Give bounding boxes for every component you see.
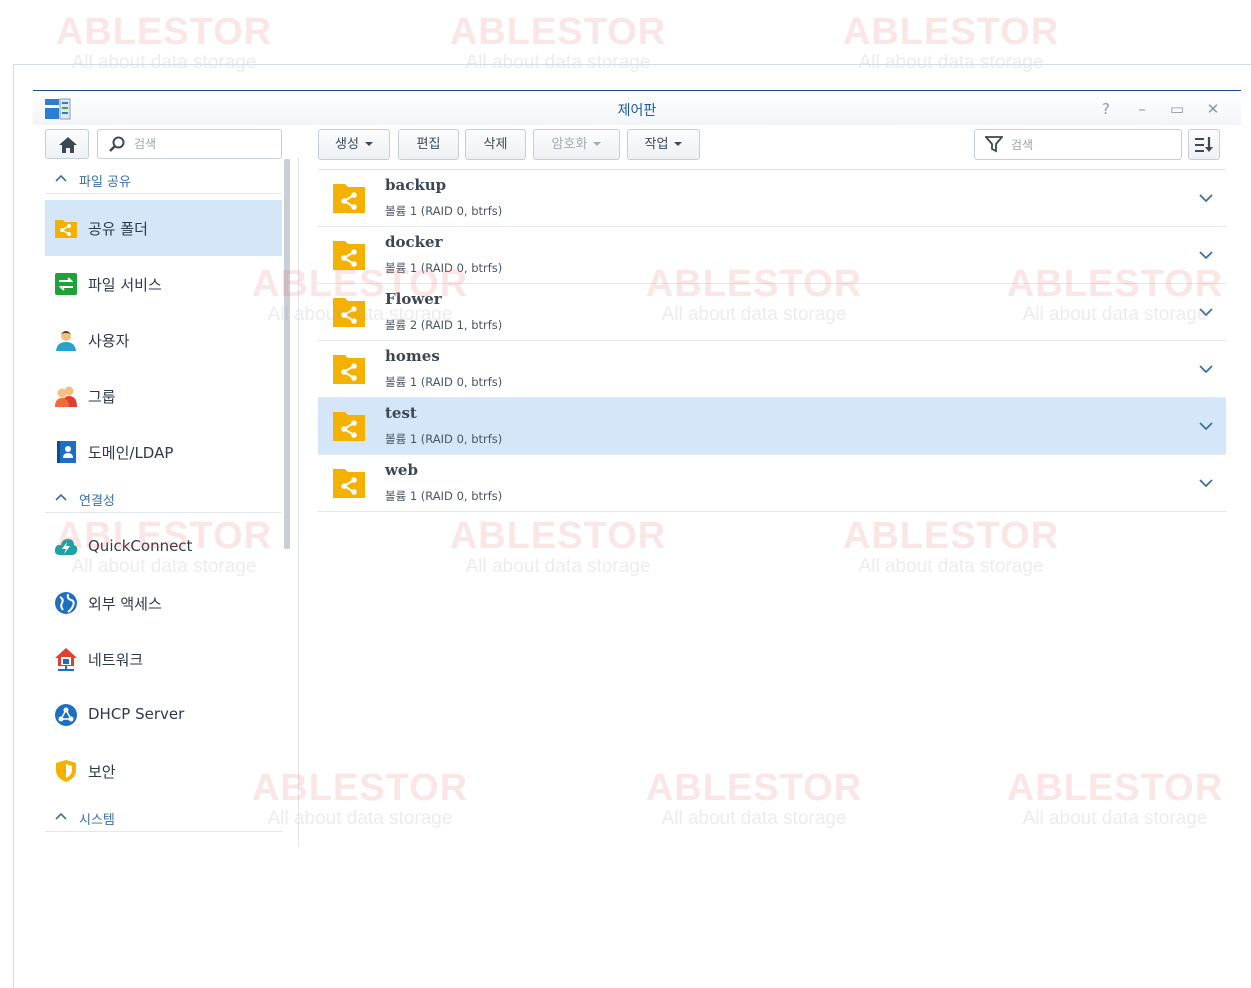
shared-folder-icon bbox=[333, 241, 365, 270]
domain-ldap-icon bbox=[57, 441, 76, 463]
expand-chevron-down-icon[interactable] bbox=[1198, 361, 1214, 377]
external-access-icon bbox=[55, 592, 77, 614]
help-button[interactable]: ? bbox=[1096, 99, 1116, 119]
caret-down-icon bbox=[674, 142, 683, 146]
home-icon bbox=[59, 137, 77, 153]
sidebar-item-shared-folder[interactable]: 공유 폴더 bbox=[45, 200, 282, 256]
folder-row-homes[interactable]: homes 볼륨 1 (RAID 0, btrfs) bbox=[318, 341, 1226, 398]
sidebar-item-domain-ldap[interactable]: 도메인/LDAP bbox=[45, 424, 282, 480]
user-icon bbox=[56, 331, 76, 351]
expand-chevron-down-icon[interactable] bbox=[1198, 304, 1214, 320]
network-house-icon bbox=[55, 648, 77, 671]
caret-down-icon bbox=[364, 142, 373, 146]
title-bar: 제어판 ? – ▭ ✕ bbox=[33, 91, 1241, 125]
filter-search[interactable] bbox=[974, 129, 1182, 160]
expand-chevron-down-icon[interactable] bbox=[1198, 190, 1214, 206]
folder-row-test[interactable]: test 볼륨 1 (RAID 0, btrfs) bbox=[318, 398, 1226, 455]
sidebar-item-user[interactable]: 사용자 bbox=[45, 312, 282, 368]
shared-folder-icon bbox=[55, 220, 77, 238]
sort-button[interactable] bbox=[1188, 129, 1220, 160]
file-services-icon bbox=[55, 273, 77, 295]
delete-button[interactable]: 삭제 bbox=[465, 129, 526, 160]
sidebar-item-external-access[interactable]: 외부 액세스 bbox=[45, 575, 282, 631]
section-header-file-sharing[interactable]: 파일 공유 bbox=[45, 167, 282, 194]
section-header-connectivity[interactable]: 연결성 bbox=[45, 486, 282, 513]
sidebar-search-input[interactable] bbox=[132, 136, 276, 152]
section-header-system[interactable]: 시스템 bbox=[45, 805, 282, 832]
sidebar-item-file-services[interactable]: 파일 서비스 bbox=[45, 256, 282, 312]
create-button[interactable]: 생성 bbox=[318, 129, 390, 160]
sidebar-item-group[interactable]: 그룹 bbox=[45, 368, 282, 424]
encrypt-button[interactable]: 암호화 bbox=[533, 129, 620, 160]
expand-chevron-down-icon[interactable] bbox=[1198, 247, 1214, 263]
chevron-up-icon bbox=[55, 493, 67, 501]
caret-down-icon bbox=[593, 142, 602, 146]
window-title: 제어판 bbox=[617, 103, 657, 119]
minimize-icon: – bbox=[1138, 100, 1146, 118]
maximize-icon: ▭ bbox=[1169, 100, 1185, 118]
expand-chevron-down-icon[interactable] bbox=[1198, 418, 1214, 434]
shared-folder-icon bbox=[333, 184, 365, 213]
filter-search-input[interactable] bbox=[1009, 137, 1173, 153]
quickconnect-icon bbox=[54, 539, 78, 555]
expand-chevron-down-icon[interactable] bbox=[1198, 475, 1214, 491]
shared-folder-icon bbox=[333, 469, 365, 498]
sidebar-item-dhcp-server[interactable]: DHCP Server bbox=[45, 687, 282, 743]
sidebar-item-security[interactable]: 보안 bbox=[45, 743, 282, 799]
shared-folder-icon bbox=[333, 298, 365, 327]
search-icon bbox=[109, 136, 125, 152]
folder-row-web[interactable]: web 볼륨 1 (RAID 0, btrfs) bbox=[318, 455, 1226, 512]
sidebar-search[interactable] bbox=[97, 129, 282, 159]
chevron-up-icon bbox=[55, 174, 67, 182]
pane-divider bbox=[298, 157, 299, 847]
control-panel-window: 제어판 ? – ▭ ✕ 파일 공유 bbox=[33, 90, 1241, 851]
action-button[interactable]: 작업 bbox=[627, 129, 700, 160]
folder-row-flower[interactable]: Flower 볼륨 2 (RAID 1, btrfs) bbox=[318, 284, 1226, 341]
sidebar-item-quickconnect[interactable]: QuickConnect bbox=[45, 519, 282, 575]
sidebar: 파일 공유 공유 폴더 파일 서비스 사용자 bbox=[45, 129, 282, 841]
maximize-button[interactable]: ▭ bbox=[1167, 99, 1187, 119]
filter-icon bbox=[985, 136, 1003, 153]
security-shield-icon bbox=[56, 760, 76, 782]
group-icon bbox=[55, 386, 77, 407]
close-button[interactable]: ✕ bbox=[1203, 99, 1223, 119]
dhcp-server-icon bbox=[55, 704, 77, 726]
folder-row-docker[interactable]: docker 볼륨 1 (RAID 0, btrfs) bbox=[318, 227, 1226, 284]
sort-icon bbox=[1195, 137, 1213, 152]
minimize-button[interactable]: – bbox=[1132, 99, 1152, 119]
sidebar-scrollbar[interactable] bbox=[284, 159, 290, 549]
home-button[interactable] bbox=[45, 129, 89, 159]
edit-button[interactable]: 편집 bbox=[398, 129, 459, 160]
sidebar-item-network[interactable]: 네트워크 bbox=[45, 631, 282, 687]
close-icon: ✕ bbox=[1206, 100, 1220, 118]
chevron-up-icon bbox=[55, 812, 67, 820]
shared-folder-icon bbox=[333, 412, 365, 441]
help-icon: ? bbox=[1102, 100, 1110, 118]
shared-folder-icon bbox=[333, 355, 365, 384]
folder-row-backup[interactable]: backup 볼륨 1 (RAID 0, btrfs) bbox=[318, 170, 1226, 227]
